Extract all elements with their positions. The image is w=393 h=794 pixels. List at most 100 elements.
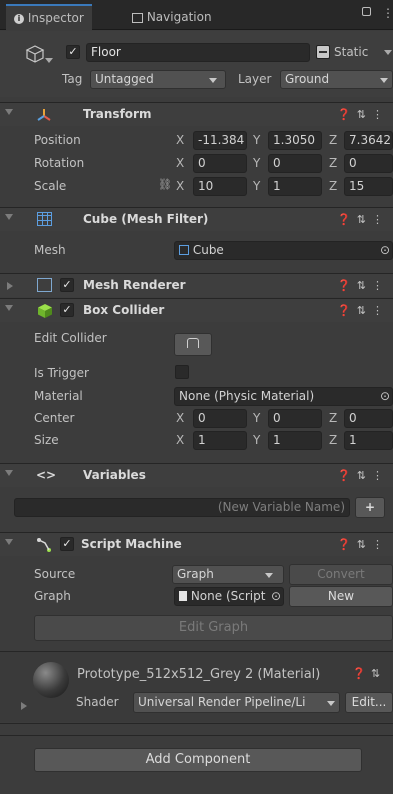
- component-header-icons[interactable]: ❓⇅⋮: [337, 279, 389, 292]
- script-machine-header[interactable]: ✓ Script Machine ❓⇅⋮: [0, 532, 393, 556]
- foldout-arrow-icon[interactable]: [5, 109, 13, 115]
- convert-button[interactable]: Convert: [289, 564, 393, 585]
- rotation-x-axis[interactable]: X: [176, 156, 184, 170]
- scale-x-axis[interactable]: X: [176, 179, 184, 193]
- position-x-axis[interactable]: X: [176, 133, 184, 147]
- rotation-y-field[interactable]: 0: [268, 154, 322, 173]
- help-icon[interactable]: ❓: [337, 108, 357, 121]
- context-menu-icon[interactable]: ⋮: [372, 538, 389, 551]
- context-menu-icon[interactable]: ⋮: [372, 213, 389, 226]
- size-x-field[interactable]: 1: [193, 431, 247, 450]
- tag-dropdown[interactable]: Untagged: [90, 70, 226, 89]
- foldout-arrow-icon[interactable]: [5, 470, 13, 476]
- context-menu-icon[interactable]: ⋮: [372, 304, 389, 317]
- tab-navigation[interactable]: Navigation: [124, 4, 220, 30]
- position-y-field[interactable]: 1.3050: [268, 131, 322, 150]
- component-header-icons[interactable]: ❓⇅⋮: [337, 304, 389, 317]
- rotation-z-field[interactable]: 0: [344, 154, 393, 173]
- add-variable-button[interactable]: +: [355, 497, 385, 518]
- static-chevron-down-icon[interactable]: [384, 50, 392, 55]
- scale-z-axis[interactable]: Z: [329, 179, 337, 193]
- box-collider-enabled-checkbox[interactable]: ✓: [60, 303, 74, 317]
- tab-inspector[interactable]: i Inspector: [6, 4, 92, 31]
- preset-icon[interactable]: ⇅: [371, 667, 380, 680]
- mesh-renderer-enabled-checkbox[interactable]: ✓: [60, 278, 74, 292]
- context-menu-icon[interactable]: ⋮: [372, 108, 389, 121]
- component-header-icons[interactable]: ❓⇅⋮: [337, 108, 389, 121]
- edit-shader-button[interactable]: Edit...: [345, 692, 393, 713]
- foldout-arrow-icon[interactable]: [7, 282, 13, 290]
- lock-icon[interactable]: [362, 7, 371, 16]
- mesh-filter-header[interactable]: Cube (Mesh Filter) ❓⇅⋮: [0, 207, 393, 231]
- preset-icon[interactable]: ⇅: [357, 304, 372, 317]
- physic-material-field[interactable]: None (Physic Material) ⊙: [174, 387, 393, 406]
- center-x-axis[interactable]: X: [176, 411, 184, 425]
- size-label[interactable]: Size: [34, 433, 59, 447]
- center-z-axis[interactable]: Z: [329, 411, 337, 425]
- edit-collider-button[interactable]: [174, 333, 212, 356]
- constrain-proportions-icon[interactable]: ⛓: [158, 178, 172, 191]
- object-picker-icon[interactable]: ⊙: [380, 388, 390, 405]
- tab-menu-icon[interactable]: ⋮: [382, 6, 393, 20]
- size-y-field[interactable]: 1: [268, 431, 322, 450]
- script-machine-enabled-checkbox[interactable]: ✓: [60, 537, 74, 551]
- rotation-x-field[interactable]: 0: [193, 154, 247, 173]
- help-icon[interactable]: ❓: [337, 304, 357, 317]
- preset-icon[interactable]: ⇅: [357, 213, 372, 226]
- mesh-field[interactable]: Cube ⊙: [174, 241, 393, 260]
- help-icon[interactable]: ❓: [337, 469, 357, 482]
- foldout-arrow-icon[interactable]: [21, 702, 27, 710]
- size-z-field[interactable]: 1: [344, 431, 393, 450]
- box-collider-header[interactable]: ✓ Box Collider ❓⇅⋮: [0, 298, 393, 322]
- size-x-axis[interactable]: X: [176, 433, 184, 447]
- component-header-icons[interactable]: ❓⇅⋮: [337, 538, 389, 551]
- chevron-down-icon[interactable]: [45, 58, 53, 63]
- shader-dropdown[interactable]: Universal Render Pipeline/Li: [133, 692, 340, 713]
- static-checkbox[interactable]: [316, 45, 330, 59]
- is-trigger-checkbox[interactable]: [175, 365, 189, 379]
- center-z-field[interactable]: 0: [344, 409, 393, 428]
- center-y-field[interactable]: 0: [268, 409, 322, 428]
- variables-header[interactable]: <> Variables ❓⇅⋮: [0, 463, 393, 487]
- preset-icon[interactable]: ⇅: [357, 469, 372, 482]
- position-y-axis[interactable]: Y: [253, 133, 260, 147]
- scale-label[interactable]: Scale: [34, 179, 66, 193]
- add-component-button[interactable]: Add Component: [34, 748, 362, 772]
- scale-z-field[interactable]: 15: [344, 177, 393, 196]
- new-variable-name-input[interactable]: (New Variable Name): [14, 498, 350, 517]
- size-y-axis[interactable]: Y: [253, 433, 260, 447]
- edit-graph-button[interactable]: Edit Graph: [34, 615, 393, 641]
- component-header-icons[interactable]: ❓⇅⋮: [337, 213, 389, 226]
- context-menu-icon[interactable]: ⋮: [372, 469, 389, 482]
- context-menu-icon[interactable]: ⋮: [372, 279, 389, 292]
- name-field[interactable]: Floor: [86, 43, 310, 62]
- rotation-y-axis[interactable]: Y: [253, 156, 260, 170]
- position-z-field[interactable]: 7.3642: [344, 131, 393, 150]
- source-dropdown[interactable]: Graph: [172, 565, 284, 584]
- preset-icon[interactable]: ⇅: [357, 108, 372, 121]
- layer-dropdown[interactable]: Ground: [280, 70, 393, 89]
- position-z-axis[interactable]: Z: [329, 133, 337, 147]
- scale-x-field[interactable]: 10: [193, 177, 247, 196]
- active-checkbox[interactable]: ✓: [66, 45, 80, 59]
- help-icon[interactable]: ❓: [352, 667, 366, 680]
- help-icon[interactable]: ❓: [337, 538, 357, 551]
- scale-y-axis[interactable]: Y: [253, 179, 260, 193]
- component-header-icons[interactable]: ❓⇅⋮: [337, 469, 389, 482]
- scale-y-field[interactable]: 1: [268, 177, 322, 196]
- new-graph-button[interactable]: New: [289, 586, 393, 607]
- foldout-arrow-icon[interactable]: [5, 214, 13, 220]
- center-y-axis[interactable]: Y: [253, 411, 260, 425]
- foldout-arrow-icon[interactable]: [5, 305, 13, 311]
- center-label[interactable]: Center: [34, 411, 74, 425]
- preset-icon[interactable]: ⇅: [357, 538, 372, 551]
- size-z-axis[interactable]: Z: [329, 433, 337, 447]
- help-icon[interactable]: ❓: [337, 279, 357, 292]
- position-label[interactable]: Position: [34, 133, 81, 147]
- rotation-z-axis[interactable]: Z: [329, 156, 337, 170]
- object-picker-icon[interactable]: ⊙: [380, 242, 390, 259]
- graph-asset-field[interactable]: None (Script ⊙: [174, 587, 284, 606]
- object-picker-icon[interactable]: ⊙: [268, 588, 281, 605]
- preset-icon[interactable]: ⇅: [357, 279, 372, 292]
- help-icon[interactable]: ❓: [337, 213, 357, 226]
